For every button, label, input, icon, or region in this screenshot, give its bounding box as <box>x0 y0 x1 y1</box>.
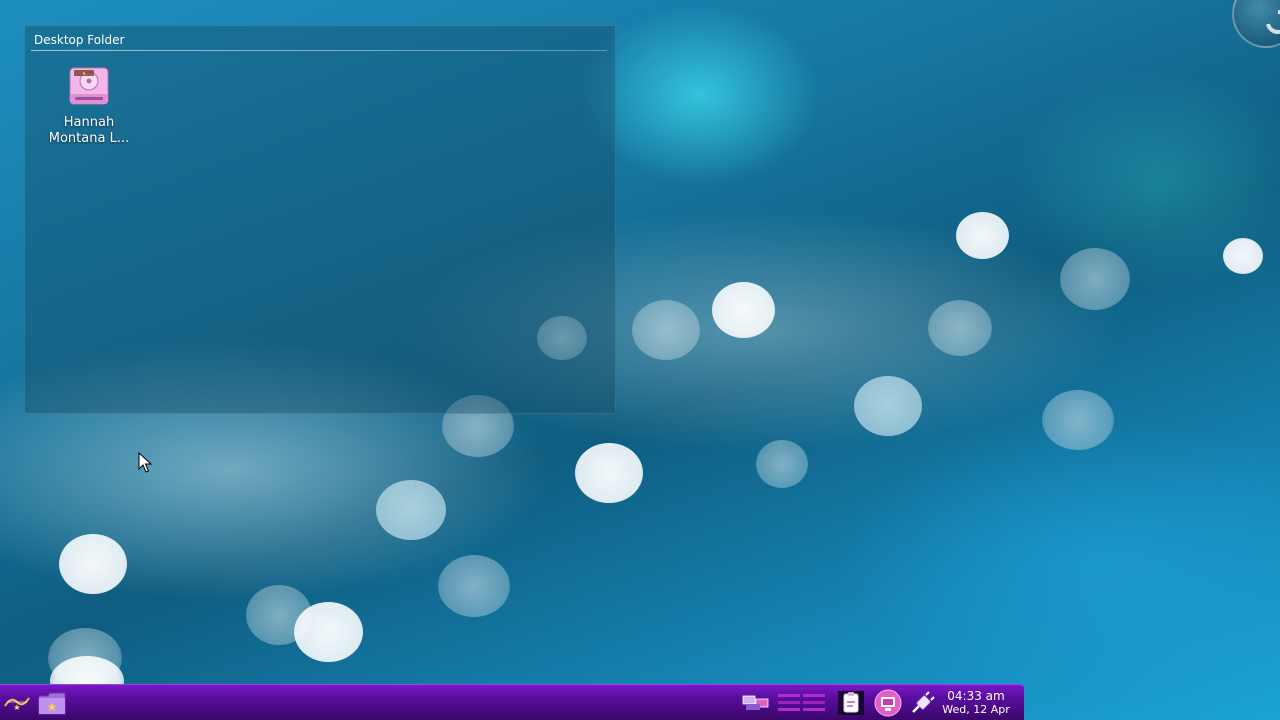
folder-title-divider <box>31 50 607 51</box>
activity-bars-icon[interactable] <box>776 685 828 720</box>
wallpaper-bokeh <box>854 376 922 436</box>
hard-drive-icon: ★ <box>67 64 111 108</box>
wallpaper-bokeh <box>1042 390 1114 450</box>
star-folder-icon[interactable]: ★ <box>36 685 68 720</box>
desktop-file-item[interactable]: ★ Hannah Montana L... <box>45 62 133 152</box>
desktop-toolbox-icon[interactable] <box>1232 0 1280 48</box>
folder-title: Desktop Folder <box>34 33 125 47</box>
mouse-pointer-icon <box>138 451 153 478</box>
wallpaper-bokeh <box>1223 238 1263 274</box>
svg-text:★: ★ <box>82 71 87 77</box>
svg-text:★: ★ <box>13 703 20 712</box>
wallpaper-bokeh <box>294 602 363 662</box>
wallpaper-bokeh <box>928 300 992 356</box>
wallpaper-bokeh <box>537 316 587 360</box>
clock-time: 04:33 am <box>947 689 1005 703</box>
clock-date: Wed, 12 Apr <box>942 703 1010 716</box>
wallpaper-bokeh <box>632 300 700 360</box>
wallpaper-bokeh <box>438 555 510 617</box>
network-monitor-icon[interactable] <box>872 685 904 720</box>
wallpaper-bokeh <box>376 480 446 540</box>
wallpaper-bokeh <box>756 440 808 488</box>
wallpaper-bokeh <box>59 534 127 594</box>
svg-text:★: ★ <box>47 700 58 714</box>
clipboard-icon[interactable] <box>836 685 866 720</box>
digital-clock[interactable]: 04:33 am Wed, 12 Apr <box>936 689 1016 717</box>
desktop-folder-widget[interactable]: Desktop Folder ★ Hannah Montana L... <box>24 25 616 414</box>
battery-plug-icon[interactable] <box>908 685 938 720</box>
desktop[interactable]: Desktop Folder ★ Hannah Montana L... ★ ★… <box>0 0 1280 720</box>
wallpaper-bokeh <box>1060 248 1130 310</box>
hannah-montana-launcher-icon[interactable]: ★ <box>2 685 32 720</box>
desktop-file-label: Hannah Montana L... <box>48 115 130 146</box>
wallpaper-bokeh <box>956 212 1009 259</box>
pager-icon[interactable] <box>740 685 772 720</box>
taskbar: ★ ★ 04:33 am Wed, 12 Apr <box>0 684 1024 720</box>
wallpaper-bokeh <box>575 443 643 503</box>
wallpaper-bokeh <box>712 282 775 338</box>
